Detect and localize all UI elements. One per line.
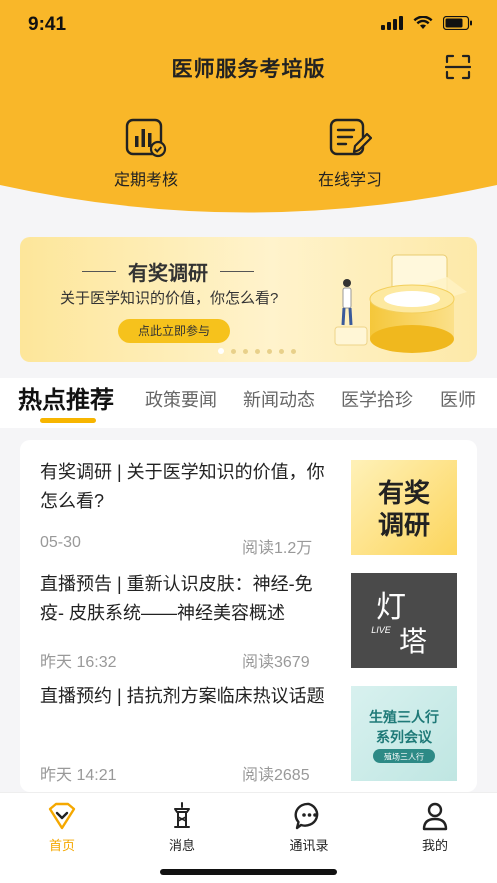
news-date: 05-30 [40,534,81,551]
news-title: 直播预告 | 重新认识皮肤：神经-免疫- 皮肤系统——神经美容概述 [40,574,313,623]
status-icons [381,16,473,30]
battery-icon [443,16,472,30]
scan-icon[interactable] [445,54,471,80]
page-title: 医师服务考培版 [171,58,326,81]
tab-medical[interactable]: 医学拾珍 [341,386,413,412]
news-list: 有奖调研 | 关于医学知识的价值，你怎么看? 05-30 阅读1.2万 有奖 调… [20,440,477,792]
divider [82,271,116,272]
chat-bubble-icon [294,802,319,830]
nav-label: 我的 [421,838,448,853]
thumb-text: 有奖 [378,478,431,508]
banner-participate-button[interactable]: 点此立即参与 [118,319,230,343]
nav-contacts[interactable]: 通讯录 [269,801,349,854]
nav-messages[interactable]: 消息 [142,801,222,854]
tab-news[interactable]: 新闻动态 [243,386,315,412]
user-icon [422,802,448,831]
signal-icon [381,16,403,30]
list-item[interactable]: 有奖调研 | 关于医学知识的价值，你怎么看? 05-30 阅读1.2万 有奖 调… [20,440,477,557]
news-thumbnail: 生殖三人行 系列会议 殖场三人行 [351,686,457,781]
carousel-dot [255,348,260,354]
divider [220,271,254,272]
thumb-text: 系列会议 [376,729,433,745]
tab-active-indicator [40,418,96,423]
news-title: 有奖调研 | 关于医学知识的价值，你怎么看? [40,462,325,511]
carousel-dots [218,348,296,354]
thumb-text: 灯 [376,591,406,624]
nav-label: 通讯录 [289,838,329,853]
nav-label: 消息 [168,838,195,853]
nav-home[interactable]: 首页 [22,801,102,854]
chart-check-icon [125,118,167,158]
tab-policy[interactable]: 政策要闻 [145,386,217,412]
tab-doctor[interactable]: 医师 [440,386,476,412]
category-tabs: 热点推荐 政策要闻 新闻动态 医学拾珍 医师 [0,378,497,428]
list-item[interactable]: 直播预告 | 重新认识皮肤：神经-免疫- 皮肤系统——神经美容概述 昨天 16:… [20,552,477,671]
nav-profile[interactable]: 我的 [395,801,475,854]
carousel-dot [267,348,272,354]
quick-action-study[interactable]: 在线学习 [280,116,420,190]
banner-illustration [334,254,467,353]
carousel-dot [243,348,248,354]
news-title: 直播预约 | 拮抗剂方案临床热议话题 [40,686,325,706]
status-bar: 9:41 [0,0,497,50]
promo-banner[interactable]: 有奖调研 关于医学知识的价值，你怎么看? 点此立即参与 [20,237,477,362]
thumb-text: 塔 [399,626,427,658]
carousel-dot [218,348,224,354]
banner-title: 有奖调研 [128,263,208,285]
banner-subtitle: 关于医学知识的价值，你怎么看? [60,290,279,307]
document-edit-icon [329,118,372,156]
list-item[interactable]: 直播预约 | 拮抗剂方案临床热议话题 昨天 14:21 阅读2685 生殖三人行… [20,664,477,784]
tab-hot[interactable]: 热点推荐 [18,380,114,415]
status-time: 9:41 [28,14,67,35]
wifi-icon [413,16,433,29]
carousel-dot [291,348,296,354]
quick-action-label: 在线学习 [317,172,382,189]
carousel-dot [231,348,236,354]
news-thumbnail: 灯 LIVE 塔 [351,573,457,668]
thumb-text: 调研 [378,511,430,540]
nav-label: 首页 [48,838,75,853]
news-thumbnail: 有奖 调研 [351,460,457,555]
quick-action-exam[interactable]: 定期考核 [76,116,216,190]
news-date: 昨天 14:21 [40,767,117,784]
thumb-text: LIVE [371,625,392,635]
quick-action-label: 定期考核 [113,172,178,189]
message-icon [174,802,190,828]
home-icon [48,802,76,830]
news-reads: 阅读2685 [242,767,310,784]
thumb-text: 生殖三人行 [369,709,439,725]
banner-title-row: 有奖调研 [82,257,254,286]
thumb-text: 殖场三人行 [384,752,424,762]
home-indicator [160,869,337,875]
carousel-dot [279,348,284,354]
